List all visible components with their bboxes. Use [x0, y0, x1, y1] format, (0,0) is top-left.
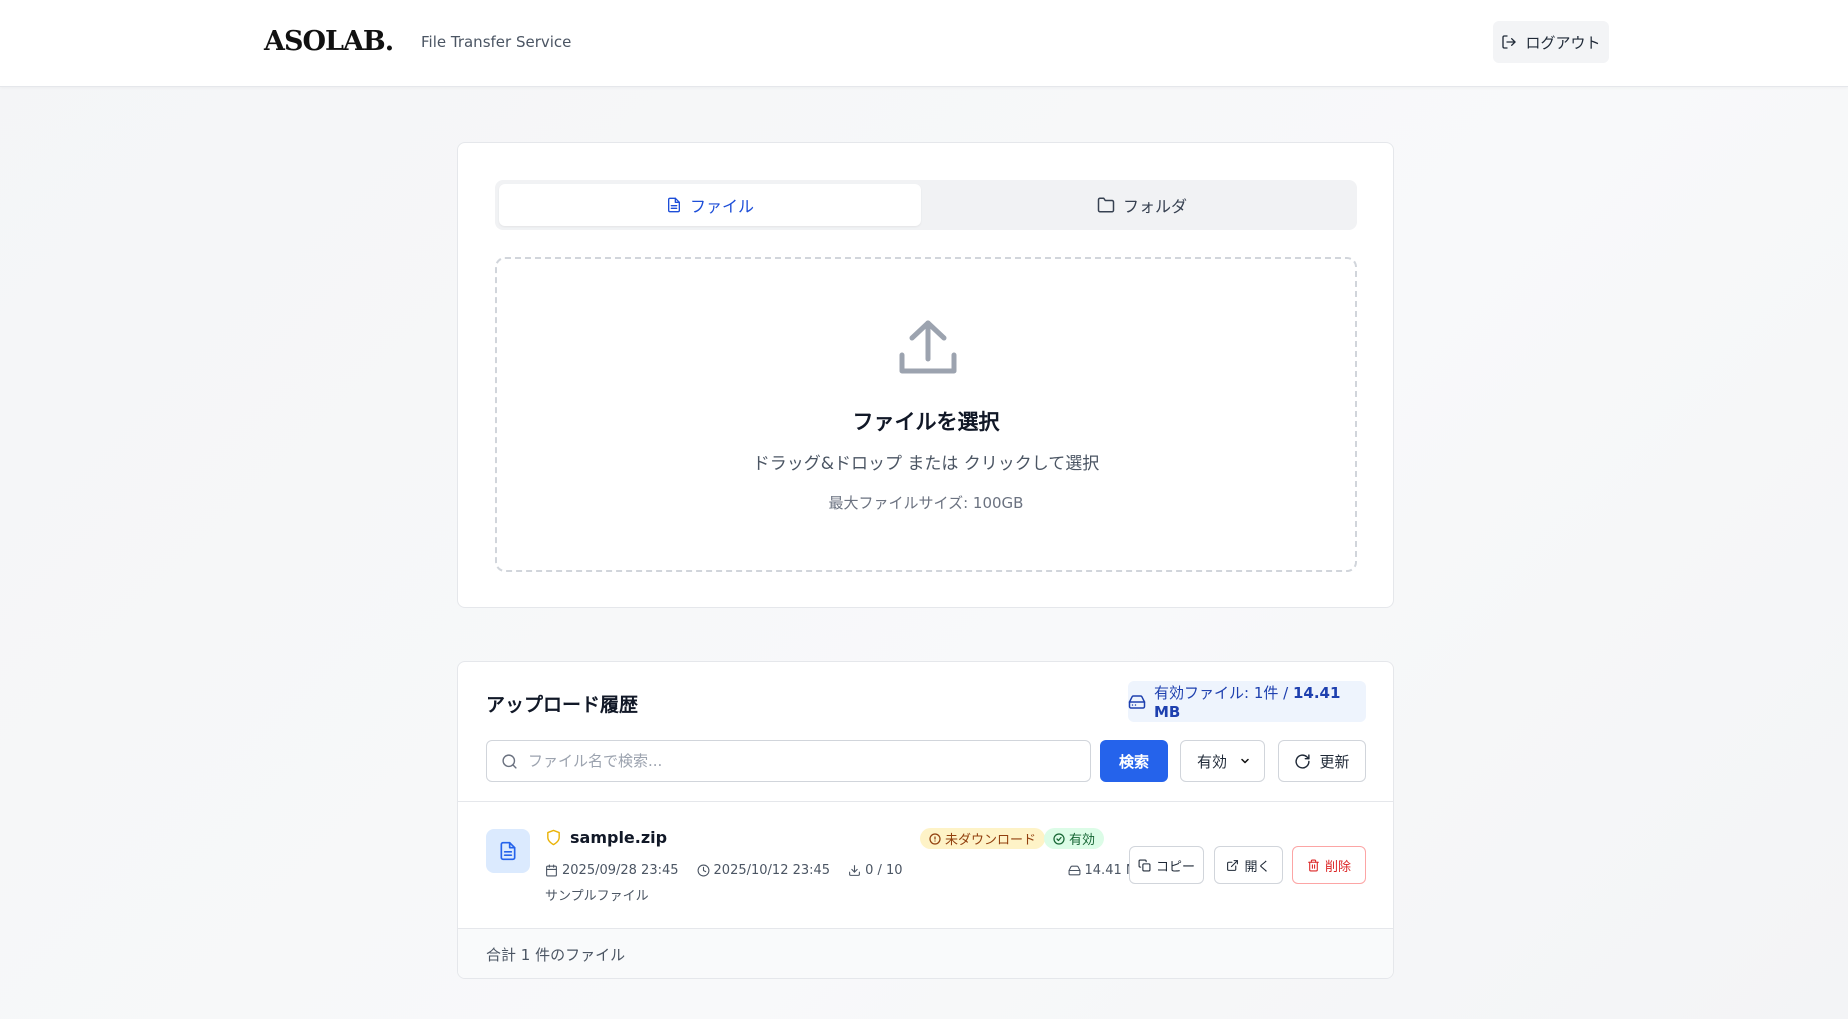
trash-icon	[1307, 859, 1320, 872]
copy-button[interactable]: コピー	[1129, 846, 1204, 884]
open-button[interactable]: 開く	[1214, 846, 1283, 884]
folder-icon	[1097, 196, 1115, 214]
upload-date: 2025/09/28 23:45	[545, 863, 679, 878]
file-type-icon-box	[486, 829, 530, 873]
search-icon	[501, 753, 518, 770]
total-count: 合計 1 件のファイル	[486, 946, 626, 964]
document-icon	[498, 841, 518, 861]
copy-icon	[1138, 859, 1151, 872]
tab-folder[interactable]: フォルダ	[931, 184, 1353, 226]
upload-card: ファイル フォルダ ファイルを選択 ドラッグ&ドロップ または クリックして選択…	[457, 142, 1394, 608]
check-circle-icon	[1053, 832, 1065, 845]
upload-history-card: アップロード履歴 有効ファイル: 1件 / 14.41 MB 検索 有効 更新	[457, 661, 1394, 979]
search-box	[486, 740, 1091, 782]
tab-file[interactable]: ファイル	[499, 184, 921, 226]
logout-icon	[1501, 34, 1517, 50]
history-footer: 合計 1 件のファイル	[458, 928, 1393, 978]
file-name: sample.zip	[570, 828, 668, 847]
search-button[interactable]: 検索	[1100, 740, 1168, 782]
refresh-button[interactable]: 更新	[1278, 740, 1366, 782]
stats-text: 有効ファイル: 1件 / 14.41 MB	[1154, 684, 1341, 721]
not-downloaded-badge: 未ダウンロード	[920, 828, 1046, 849]
expiry-date: 2025/10/12 23:45	[697, 863, 830, 878]
file-name-line: sample.zip	[545, 828, 667, 847]
clock-icon	[697, 864, 710, 877]
dropzone-subtitle: ドラッグ&ドロップ または クリックして選択	[752, 454, 1100, 474]
tab-file-label: ファイル	[689, 197, 754, 216]
tab-folder-label: フォルダ	[1122, 197, 1187, 216]
file-meta: 2025/09/28 23:45 2025/10/12 23:45 0 / 10	[545, 863, 903, 878]
status-badge: 有効	[1044, 828, 1105, 849]
refresh-icon	[1294, 753, 1311, 770]
history-title: アップロード履歴	[486, 694, 639, 716]
hard-drive-icon	[1128, 693, 1146, 711]
logout-button[interactable]: ログアウト	[1493, 21, 1609, 63]
file-icon	[666, 197, 682, 213]
chevron-down-icon	[1239, 755, 1251, 767]
file-row: sample.zip 2025/09/28 23:45 2025/10/12 2…	[458, 802, 1393, 910]
active-files-stats: 有効ファイル: 1件 / 14.41 MB	[1128, 681, 1366, 722]
alert-circle-icon	[929, 832, 941, 845]
delete-button[interactable]: 削除	[1292, 846, 1366, 884]
logout-label: ログアウト	[1525, 33, 1601, 52]
status-filter-select[interactable]: 有効	[1180, 740, 1265, 782]
search-input[interactable]	[528, 752, 1068, 770]
status-filter-value: 有効	[1197, 752, 1228, 771]
hard-drive-icon	[1068, 864, 1081, 877]
file-dropzone[interactable]: ファイルを選択 ドラッグ&ドロップ または クリックして選択 最大ファイルサイズ…	[495, 257, 1357, 572]
refresh-label: 更新	[1319, 752, 1350, 771]
upload-icon	[896, 317, 960, 385]
max-file-size: 最大ファイルサイズ: 100GB	[828, 494, 1024, 512]
app-subtitle: File Transfer Service	[421, 33, 572, 51]
shield-icon	[545, 829, 562, 846]
download-count: 0 / 10	[848, 863, 903, 878]
dropzone-title: ファイルを選択	[852, 410, 1000, 434]
logo[interactable]: ASOLAB.	[264, 26, 394, 57]
app-header: ASOLAB. File Transfer Service ログアウト	[0, 0, 1848, 87]
external-link-icon	[1226, 859, 1239, 872]
calendar-icon	[545, 864, 558, 877]
download-icon	[848, 864, 861, 877]
upload-mode-tabs: ファイル フォルダ	[495, 180, 1357, 230]
file-description: サンプルファイル	[545, 889, 649, 904]
